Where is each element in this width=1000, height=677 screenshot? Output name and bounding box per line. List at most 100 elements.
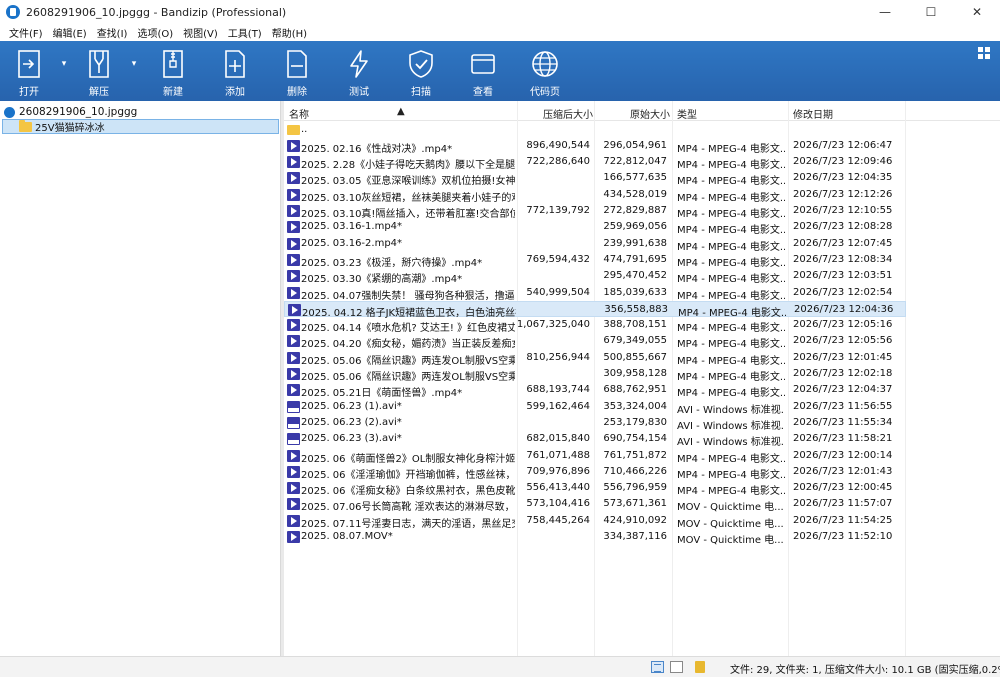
table-row[interactable]: 2025. 03.30《紧绷的高潮》.mp4* 295,470,452 MP4 - …	[284, 268, 906, 285]
cell-comp: 599,162,464	[526, 400, 590, 412]
menu-view[interactable]: 视图(V)	[178, 25, 223, 40]
layout-grid-icon[interactable]	[978, 47, 990, 59]
minimize-button[interactable]: —	[862, 0, 908, 24]
mp4-file-icon	[287, 205, 300, 217]
cell-date: 2026/7/23 12:08:34	[793, 253, 893, 265]
table-row[interactable]: 2025. 04.14《喷水危机? 艾达王! 》红色皮裙丈... 1,067,32…	[284, 317, 906, 335]
table-row[interactable]: 2025. 05.21日《萌面怪兽》.mp4* 688,193,744 688,76…	[284, 382, 906, 399]
cell-date: 2026/7/23 12:04:36	[794, 303, 894, 315]
cell-type: MP4 - MPEG-4 电影文...	[677, 143, 785, 155]
table-row[interactable]: 2025. 05.06《隔丝识趣》两连发OL制服VS空乘机... 309,958,…	[284, 366, 906, 383]
cell-date: 2026/7/23 12:05:16	[793, 319, 893, 331]
table-row[interactable]: 2025. 03.05《亚息深喉训练》双机位拍摄!女神猫... 166,577,6…	[284, 170, 906, 187]
mp4-file-icon	[287, 156, 300, 169]
add-button[interactable]: 添加	[211, 41, 259, 101]
open-dropdown-arrow-icon[interactable]: ▾	[58, 59, 70, 69]
extract-icon	[84, 47, 114, 81]
open-button[interactable]: 打开	[5, 41, 53, 101]
detail-view-icon[interactable]	[670, 661, 683, 673]
table-row[interactable]: 2025. 06.23 (2).avi* 253,179,830 AVI - Win…	[284, 415, 906, 432]
tree-root-label: 2608291906_10.jpggg	[19, 106, 138, 118]
column-header-type[interactable]: 类型	[677, 106, 697, 121]
table-row[interactable]: 2025. 03.10灰丝短裙，丝袜美腿夹着小娃子的鸡... 434,528,01…	[284, 187, 906, 204]
table-row[interactable]: 2025. 03.23《极淫，掰穴待操》.mp4* 769,594,432 474,…	[284, 252, 906, 269]
cell-name: 2025. 08.07.MOV*	[301, 531, 393, 542]
cell-comp: 772,139,792	[526, 205, 590, 216]
extract-button[interactable]: 解压	[75, 41, 123, 101]
cell-orig: 239,991,638	[603, 237, 667, 249]
mp4-file-icon	[287, 172, 300, 185]
cell-date: 2026/7/23 11:57:07	[793, 498, 893, 510]
menu-options[interactable]: 选项(O)	[132, 25, 178, 40]
mov-file-icon	[287, 498, 300, 511]
cell-date: 2026/7/23 12:01:45	[793, 351, 893, 363]
mp4-file-icon	[287, 465, 300, 478]
cell-type: MOV - Quicktime 电...	[677, 518, 784, 530]
cell-type: MOV - Quicktime 电...	[677, 502, 784, 514]
view-button[interactable]: 查看	[459, 41, 507, 101]
cell-orig: 295,470,452	[603, 270, 667, 282]
menu-file[interactable]: 文件(F)	[4, 25, 48, 40]
test-button[interactable]: 测试	[335, 41, 383, 101]
table-row[interactable]: 2025. 2.28《小娃子得吃天鹅肉》腰以下全是腿!... 722,286,64…	[284, 154, 906, 171]
archive-info-icon[interactable]	[695, 661, 705, 673]
codepage-button[interactable]: 代码页	[521, 41, 569, 101]
table-row[interactable]: 2025. 07.06号长筒高靴 淫欢表达的淋淋尽致，手... 573,104,4…	[284, 496, 906, 514]
cell-name: 2025. 06.23 (1).avi*	[301, 400, 402, 412]
cell-type: MP4 - MPEG-4 电影文...	[677, 209, 785, 220]
open-icon	[14, 47, 44, 81]
menu-help[interactable]: 帮助(H)	[267, 25, 312, 40]
cell-type: AVI - Windows 标准视...	[677, 437, 785, 449]
column-header-modified[interactable]: 修改日期	[793, 106, 833, 121]
column-header-name[interactable]: 名称	[289, 106, 309, 121]
mp4-file-icon	[287, 270, 300, 283]
folder-up-icon	[287, 124, 300, 135]
table-row[interactable]: 2025. 08.07.MOV* 334,387,116 MOV - Quickti…	[284, 529, 906, 546]
table-row[interactable]: 2025. 02.16《性战对决》.mp4* 896,490,544 296,054…	[284, 138, 906, 155]
cell-date: 2026/7/23 12:04:35	[793, 172, 893, 184]
cell-orig: 356,558,883	[604, 303, 668, 315]
extract-dropdown-arrow-icon[interactable]: ▾	[128, 59, 140, 69]
cell-name: 2025. 04.07强制失禁！ 骚母狗各种狠活，撸逼自...	[301, 290, 515, 302]
table-row[interactable]: 2025. 05.06《隔丝识趣》两连发OL制服VS空乘机... 810,256,…	[284, 350, 906, 367]
table-row[interactable]: 2025. 04.20《痴女秘，媚药渍》当正装反差痴女... 679,349,05…	[284, 333, 906, 351]
table-row[interactable]: 2025. 06《淫痴女秘》白条纹黑衬衣，黑色皮靴,... 556,413,440…	[284, 480, 906, 497]
maximize-button[interactable]: ☐	[908, 0, 954, 24]
table-row[interactable]: 2025. 04.12 格子JK短裙蓝色卫衣，白色油亮丝袜... 356,558,…	[284, 300, 906, 319]
cell-date: 2026/7/23 12:09:46	[793, 156, 893, 168]
menu-tools[interactable]: 工具(T)	[223, 25, 267, 40]
cell-name: 2025. 05.06《隔丝识趣》两连发OL制服VS空乘机...	[301, 355, 515, 367]
table-row[interactable]: 2025. 07.11号淫妻日志，满天的淫语，黑丝足交... 758,445,26…	[284, 513, 906, 530]
tree-item-folder[interactable]: 25V猫猫碎冰冰	[2, 119, 279, 134]
cell-orig: 388,708,151	[603, 319, 667, 331]
table-row[interactable]: 2025. 03.10真!隔丝插入，还带着肛塞!交合部位... 772,139,7…	[284, 203, 906, 220]
cell-name: 2025. 06.23 (3).avi*	[301, 433, 402, 445]
delete-label: 删除	[287, 87, 307, 98]
cell-date: 2026/7/23 12:12:26	[793, 188, 893, 200]
table-row[interactable]: 2025. 06.23 (1).avi* 599,162,464 353,324,0…	[284, 399, 906, 416]
column-header-compressed[interactable]: 压缩后大小	[543, 106, 593, 121]
new-button[interactable]: 新建	[149, 41, 197, 101]
cell-name: 2025. 04.14《喷水危机? 艾达王! 》红色皮裙丈...	[301, 323, 515, 335]
scan-button[interactable]: 扫描	[397, 41, 445, 101]
list-view-icon[interactable]	[651, 661, 664, 673]
table-row[interactable]: 2025. 06.23 (3).avi* 682,015,840 690,754,1…	[284, 431, 906, 449]
menu-edit[interactable]: 编辑(E)	[48, 25, 92, 40]
table-row[interactable]: 2025. 06《萌面怪兽2》OL制服女神化身榨汁姬,... 761,071,48…	[284, 448, 906, 465]
cell-comp: 758,445,264	[526, 514, 590, 526]
parent-folder-row[interactable]: ..	[284, 122, 906, 138]
table-row[interactable]: 2025. 03.16-1.mp4* 259,969,056 MP4 - MPEG-…	[284, 219, 906, 236]
table-row[interactable]: 2025. 06《淫淫瑜伽》开裆瑜伽裤，性感丝袜，自... 709,976,896…	[284, 464, 906, 481]
cell-orig: 474,791,695	[603, 253, 667, 265]
table-row[interactable]: 2025. 03.16-2.mp4* 239,991,638 MP4 - MPEG-…	[284, 236, 906, 253]
avi-file-icon	[287, 433, 300, 446]
table-row[interactable]: 2025. 04.07强制失禁！ 骚母狗各种狠活，撸逼自... 540,999,5…	[284, 285, 906, 302]
close-button[interactable]: ✕	[954, 0, 1000, 24]
cell-orig: 253,179,830	[603, 416, 667, 428]
column-header-original[interactable]: 原始大小	[630, 106, 670, 121]
status-bar: 文件: 29, 文件夹: 1, 压缩文件大小: 10.1 GB (固实压缩,0.…	[0, 656, 1000, 677]
delete-button[interactable]: 删除	[273, 41, 321, 101]
cell-type: MP4 - MPEG-4 电影文...	[677, 339, 785, 351]
menu-find[interactable]: 查找(I)	[92, 25, 133, 40]
tree-root-archive[interactable]: 2608291906_10.jpggg	[4, 105, 137, 119]
